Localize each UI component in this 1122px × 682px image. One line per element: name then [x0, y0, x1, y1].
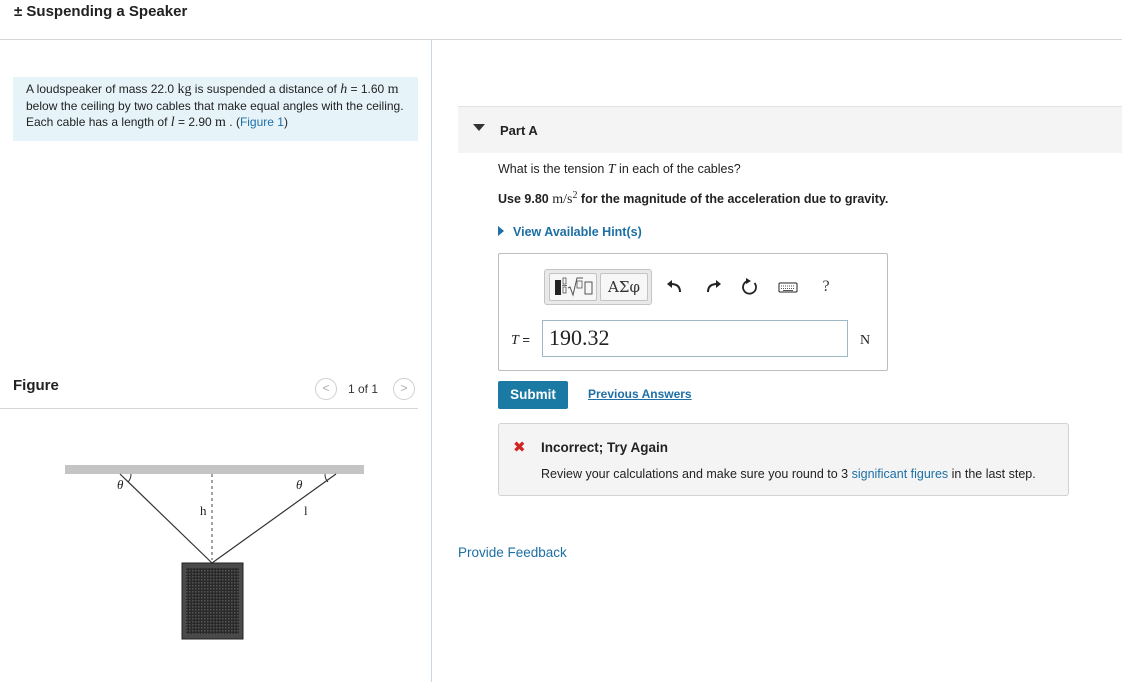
significant-figures-link[interactable]: significant figures — [852, 467, 949, 481]
collapse-caret-icon[interactable] — [473, 124, 485, 131]
gravity-unit: m/s — [552, 192, 573, 208]
right-column: Part A What is the tension T in each of … — [433, 40, 1122, 682]
answer-var: T — [511, 333, 519, 348]
speaker-figure: θ θ h l — [65, 465, 364, 640]
expand-caret-icon — [498, 226, 504, 236]
reset-icon[interactable] — [739, 276, 761, 298]
figure-count: 1 of 1 — [348, 382, 379, 396]
provide-feedback-link[interactable]: Provide Feedback — [458, 545, 567, 560]
figure-next-button[interactable]: > — [393, 378, 415, 400]
page-title: ± Suspending a Speaker — [14, 3, 188, 20]
answer-box: ΑΣφ ? T = 190.32 N — [498, 253, 888, 371]
h-label: h — [200, 503, 207, 518]
part-a-header[interactable]: Part A — [458, 106, 1122, 153]
problem-text: = 2.90 — [174, 115, 216, 129]
figure-link[interactable]: Figure 1 — [240, 115, 284, 129]
templates-glyph — [555, 277, 593, 297]
problem-text: is suspended a distance of — [191, 82, 341, 96]
theta-right-label: θ — [296, 477, 303, 492]
header: ± Suspending a Speaker — [0, 0, 1122, 40]
figure-header: Figure < 1 of 1 > — [0, 367, 418, 409]
gravity-instruction: Use 9.80 m/s2 for the magnitude of the a… — [498, 190, 888, 208]
view-hints-link[interactable]: View Available Hint(s) — [498, 225, 642, 239]
redo-icon[interactable] — [702, 276, 724, 298]
question-part: What is the tension — [498, 162, 608, 176]
unit-m: m — [215, 115, 226, 130]
problem-text: A loudspeaker of mass 22.0 — [26, 82, 178, 96]
var-T: T — [607, 162, 616, 177]
unit-m: m — [387, 82, 399, 97]
figure-label: Figure — [13, 377, 59, 394]
help-icon[interactable]: ? — [815, 276, 837, 298]
theta-left-label: θ — [117, 477, 124, 492]
feedback-text: in the last step. — [948, 467, 1036, 481]
answer-unit: N — [860, 333, 871, 348]
figure-prev-button[interactable]: < — [315, 378, 337, 400]
instruction-part: for the magnitude of the acceleration du… — [577, 192, 889, 207]
problem-text: . ( — [225, 115, 240, 129]
submit-button[interactable]: Submit — [498, 381, 568, 409]
angle-arc-left — [127, 473, 132, 483]
question-text: What is the tension T in each of the cab… — [498, 162, 741, 178]
problem-text: = 1.60 — [347, 82, 388, 96]
problem-statement: A loudspeaker of mass 22.0 kg is suspend… — [13, 77, 418, 141]
part-title: Part A — [500, 123, 538, 138]
answer-input[interactable]: 190.32 — [542, 320, 848, 357]
hints-label: View Available Hint(s) — [513, 225, 642, 239]
incorrect-x-icon: ✖ — [513, 439, 526, 456]
keyboard-icon[interactable] — [777, 276, 799, 298]
undo-icon[interactable] — [664, 276, 686, 298]
left-cable — [119, 473, 213, 564]
right-cable — [211, 473, 337, 564]
equals-sign: = — [518, 332, 531, 347]
l-label: l — [304, 503, 308, 518]
previous-answers-link[interactable]: Previous Answers — [588, 387, 692, 401]
feedback-title: Incorrect; Try Again — [541, 440, 669, 455]
answer-label: T = — [511, 332, 530, 349]
problem-text: ) — [283, 115, 288, 129]
unit-kg: kg — [177, 82, 192, 97]
math-toolbar: ΑΣφ — [544, 269, 652, 305]
greek-symbols-icon[interactable]: ΑΣφ — [600, 273, 648, 301]
instruction-part: Use 9.80 — [498, 192, 553, 207]
feedback-message: Review your calculations and make sure y… — [541, 467, 1036, 481]
angle-arc-right — [324, 473, 329, 483]
ceiling — [65, 465, 364, 474]
feedback-box: ✖ Incorrect; Try Again Review your calcu… — [498, 423, 1069, 496]
feedback-text: Review your calculations and make sure y… — [541, 467, 852, 481]
templates-icon[interactable] — [549, 273, 597, 301]
speaker-grille — [186, 568, 239, 634]
question-part: in each of the cables? — [615, 162, 741, 176]
